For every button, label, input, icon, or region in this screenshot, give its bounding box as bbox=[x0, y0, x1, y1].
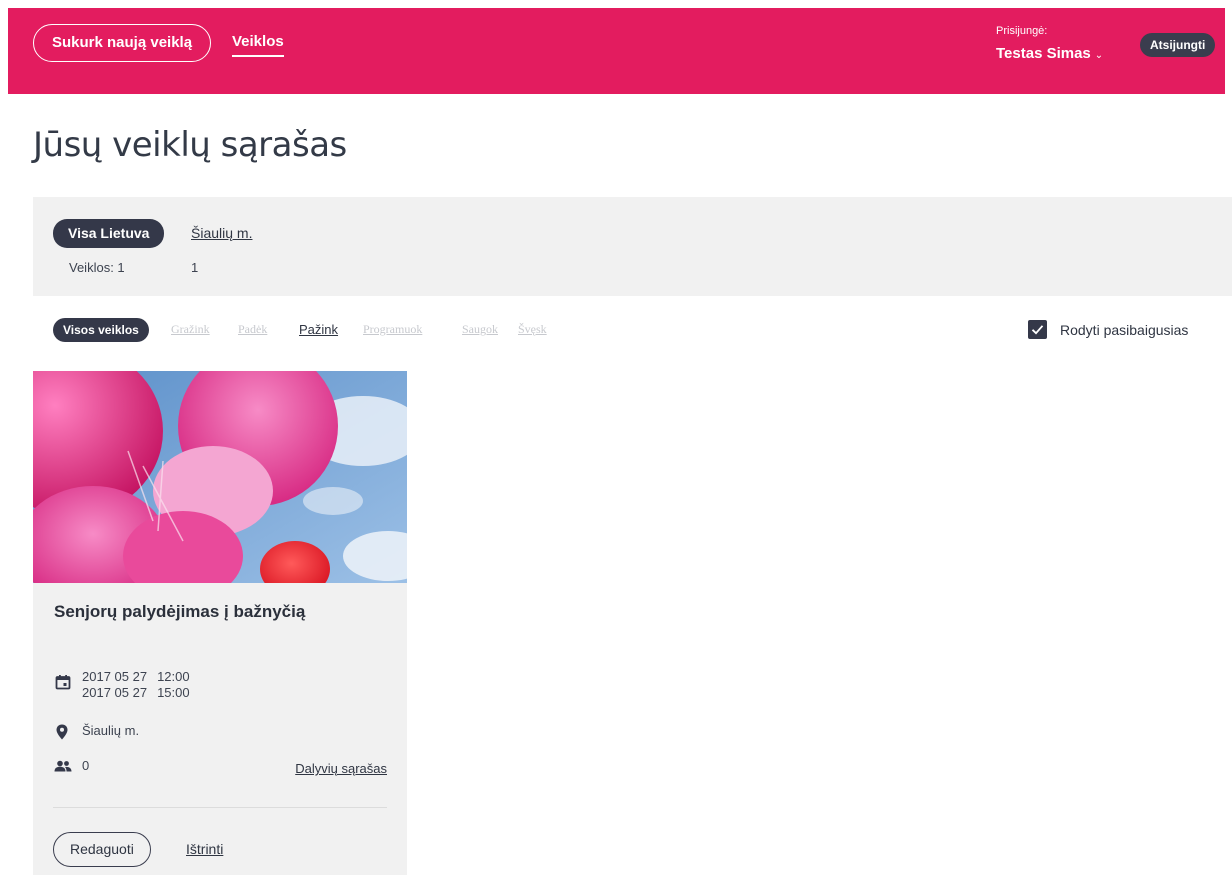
calendar-icon bbox=[55, 675, 71, 690]
filter-padek[interactable]: Padėk bbox=[238, 322, 267, 337]
filter-programuok[interactable]: Programuok bbox=[363, 322, 422, 337]
chevron-down-icon: ⌄ bbox=[1094, 50, 1104, 61]
logout-button[interactable]: Atsijungti bbox=[1140, 33, 1216, 57]
start-time: 12:00 bbox=[157, 669, 190, 684]
activity-image[interactable] bbox=[33, 371, 407, 583]
card-divider bbox=[53, 807, 387, 808]
participants-count: 0 bbox=[82, 758, 90, 773]
logged-in-label: Prisijungė: bbox=[996, 25, 1048, 37]
page-title: Jūsų veiklų sąrašas bbox=[33, 125, 347, 165]
region-city-link[interactable]: Šiaulių m. bbox=[191, 225, 252, 241]
filter-grazink[interactable]: Gražink bbox=[171, 322, 210, 337]
user-name: Testas Simas bbox=[996, 45, 1091, 62]
region-panel: Visa Lietuva Šiaulių m. Veiklos: 1 1 bbox=[33, 197, 1232, 296]
start-date: 2017 05 27 bbox=[82, 669, 148, 684]
checkmark-icon bbox=[1031, 325, 1044, 335]
filter-all-activities[interactable]: Visos veiklos bbox=[53, 318, 149, 342]
region-all-count: Veiklos: 1 bbox=[69, 260, 125, 275]
filter-saugok[interactable]: Saugok bbox=[462, 322, 498, 337]
end-date: 2017 05 27 bbox=[82, 685, 148, 700]
nav-activities-link[interactable]: Veiklos bbox=[232, 33, 284, 57]
activity-title[interactable]: Senjorų palydėjimas į bažnyčią bbox=[54, 602, 305, 622]
show-ended-label: Rodyti pasibaigusias bbox=[1060, 322, 1189, 338]
activity-location: Šiaulių m. bbox=[82, 723, 140, 738]
user-menu[interactable]: Testas Simas ⌄ bbox=[996, 45, 1103, 62]
activity-card[interactable]: Senjorų palydėjimas į bažnyčią 2017 05 2… bbox=[33, 371, 407, 875]
delete-link[interactable]: Ištrinti bbox=[186, 841, 223, 857]
show-ended-checkbox[interactable] bbox=[1028, 320, 1047, 339]
participants-list-link[interactable]: Dalyvių sąrašas bbox=[295, 761, 387, 776]
filter-pazink[interactable]: Pažink bbox=[299, 322, 338, 337]
region-all-lithuania-button[interactable]: Visa Lietuva bbox=[53, 219, 165, 248]
create-activity-button[interactable]: Sukurk naują veiklą bbox=[33, 24, 212, 62]
activity-dates: 2017 05 27 12:00 2017 05 27 15:00 bbox=[82, 669, 190, 701]
edit-button[interactable]: Redaguoti bbox=[53, 832, 151, 867]
top-navbar: Sukurk naują veiklą Veiklos Prisijungė: … bbox=[8, 8, 1225, 94]
people-icon bbox=[54, 760, 72, 772]
filter-svesk[interactable]: Švęsk bbox=[518, 322, 547, 337]
region-city-count: 1 bbox=[191, 260, 199, 275]
location-pin-icon bbox=[56, 724, 68, 740]
end-time: 15:00 bbox=[157, 685, 190, 700]
